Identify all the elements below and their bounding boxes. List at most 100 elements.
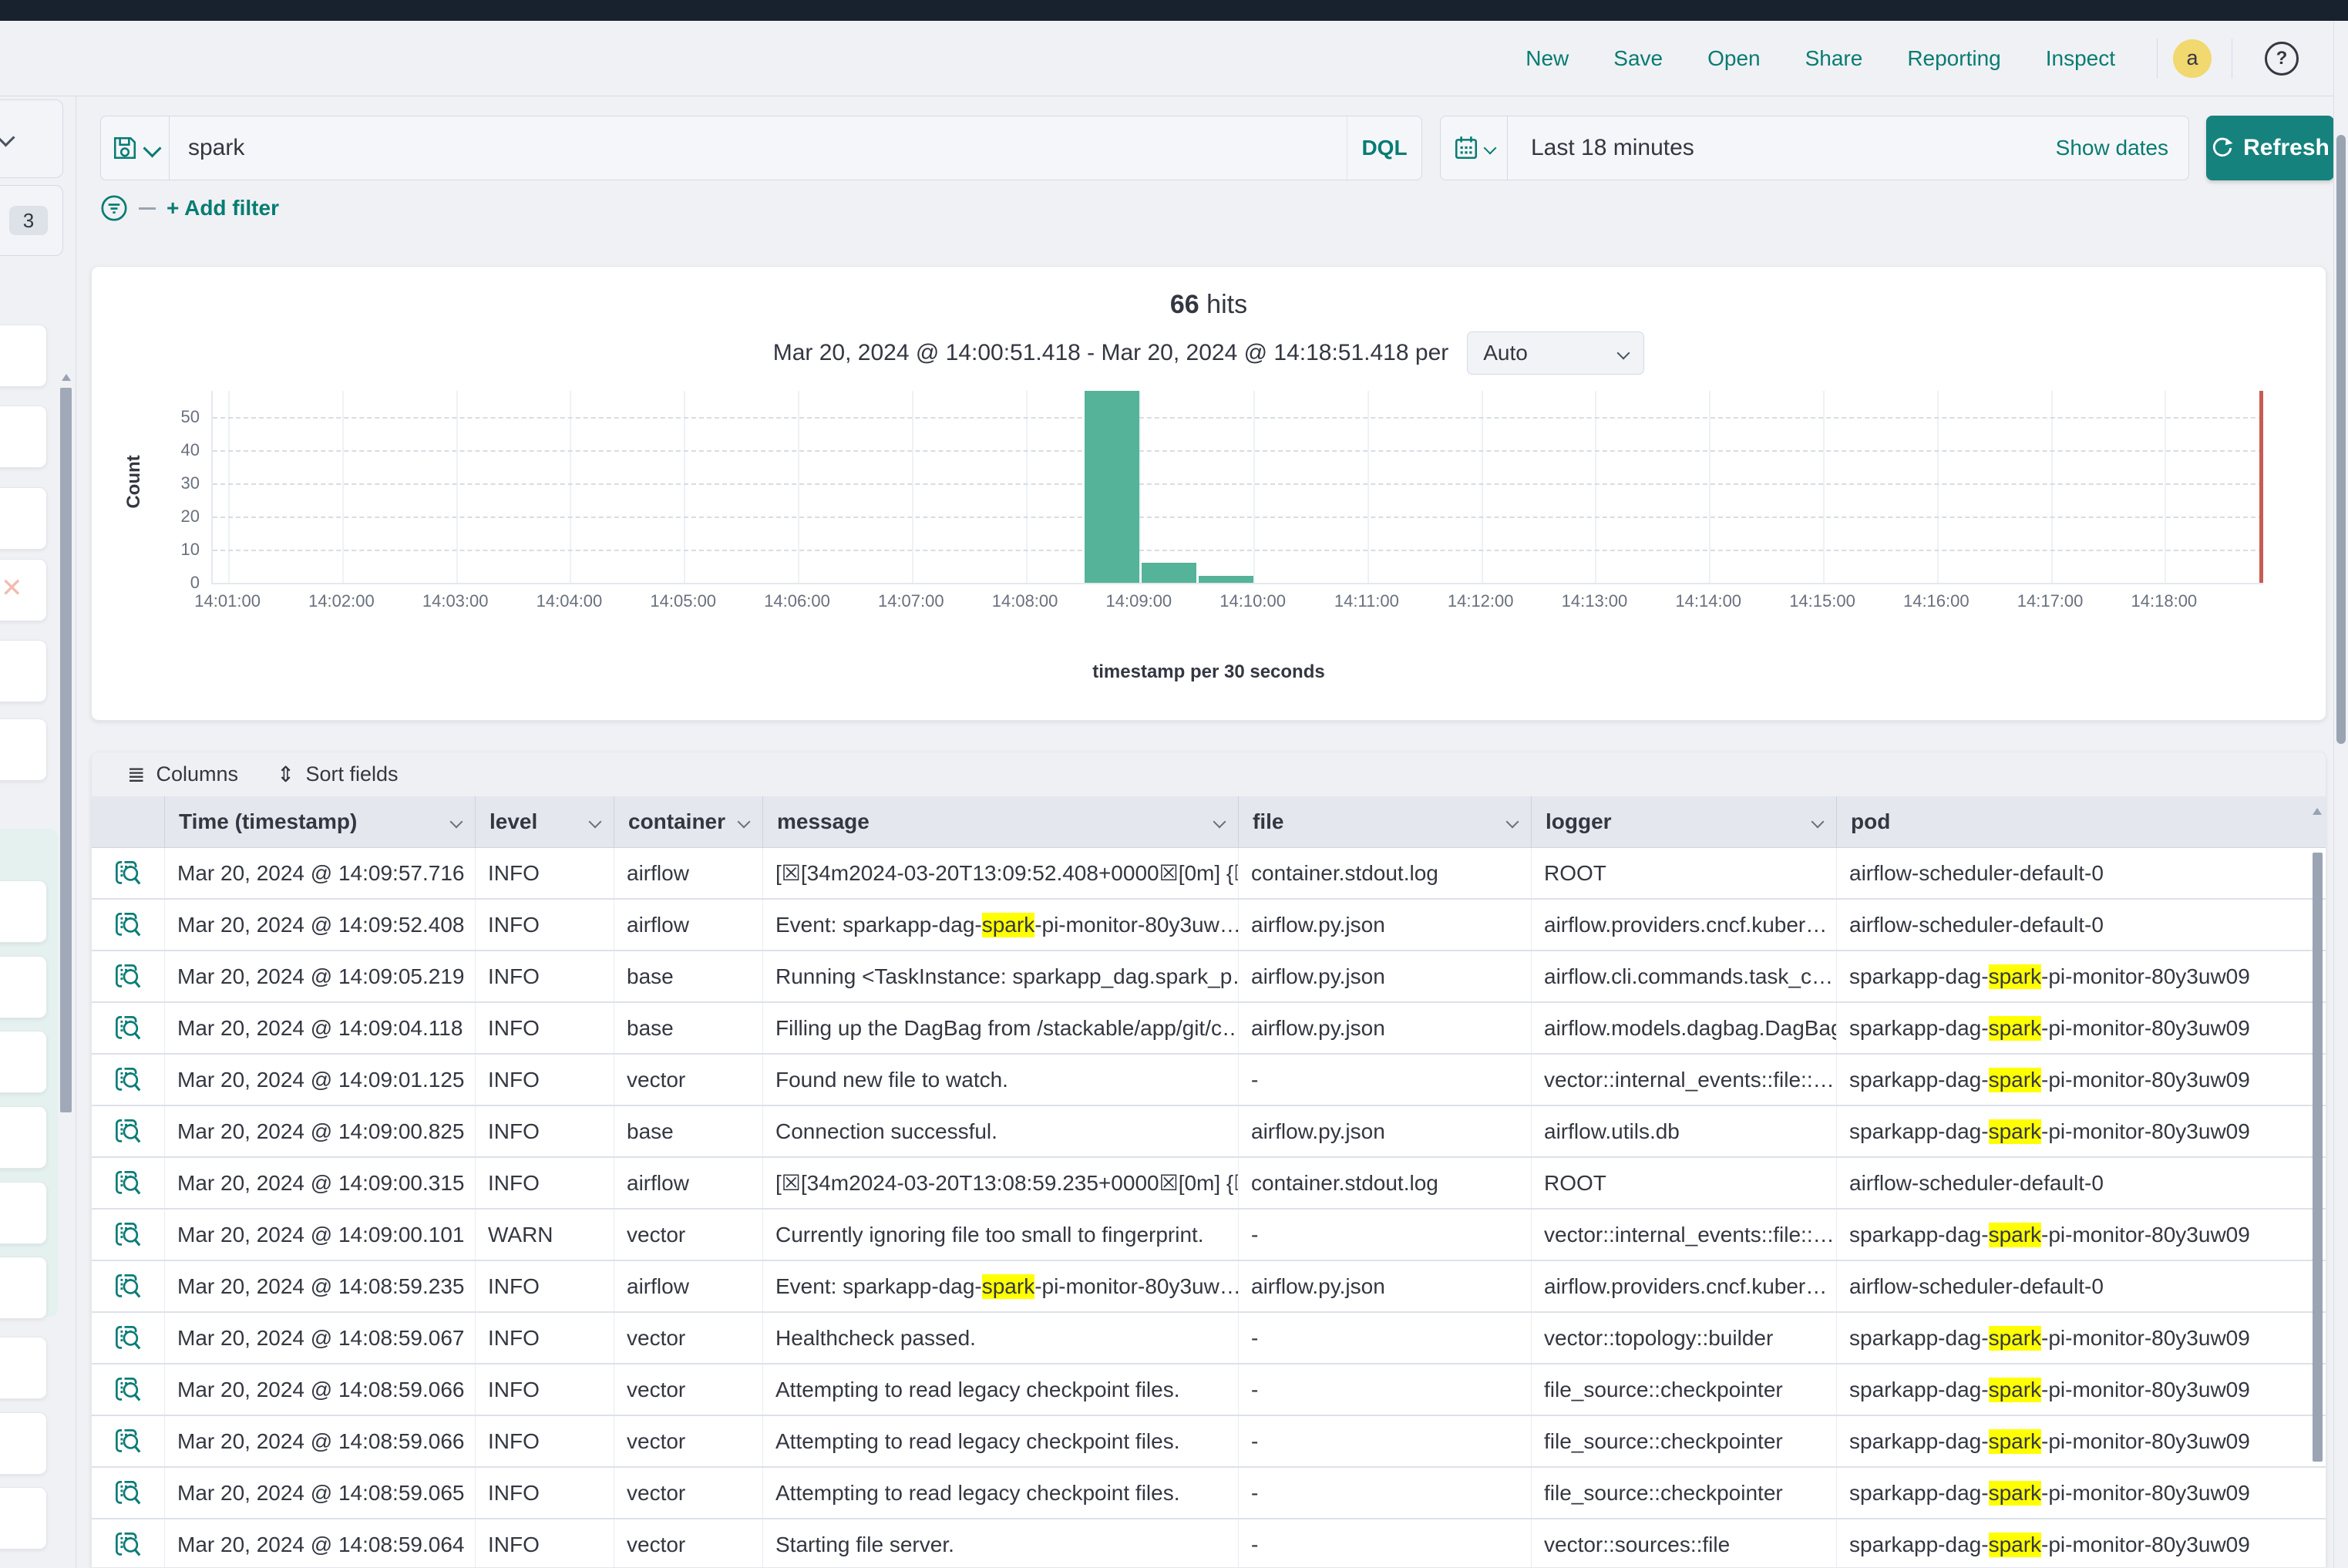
cell-expand[interactable] [92, 1519, 164, 1568]
chevron-down-icon[interactable] [589, 816, 602, 829]
table-scroll-up-icon[interactable] [2313, 808, 2322, 815]
refresh-button[interactable]: Refresh [2206, 116, 2334, 180]
add-filter-button[interactable]: + Add filter [167, 196, 279, 220]
columns-button[interactable]: ≣ Columns [127, 762, 238, 787]
cell-expand[interactable] [92, 1210, 164, 1260]
sidebar-scrollbar[interactable] [60, 388, 72, 1112]
field-button[interactable] [0, 1412, 47, 1475]
table-row: Mar 20, 2024 @ 14:09:00.101WARNvectorCur… [92, 1210, 2326, 1261]
field-button[interactable] [0, 405, 47, 468]
column-header-message[interactable]: message [762, 796, 1238, 847]
column-header-container[interactable]: container [614, 796, 762, 847]
field-button[interactable] [0, 1487, 47, 1549]
interval-select[interactable]: Auto [1467, 331, 1644, 375]
sidebar-collapse-button[interactable] [0, 99, 63, 178]
column-header-time[interactable]: Time (timestamp) [164, 796, 475, 847]
chevron-down-icon[interactable] [1213, 816, 1226, 829]
chevron-down-icon[interactable] [738, 816, 751, 829]
filter-dash [139, 207, 156, 210]
histogram-bar[interactable] [1085, 391, 1139, 583]
field-button[interactable] [0, 487, 47, 550]
field-button[interactable] [0, 1106, 47, 1169]
search-input[interactable]: spark [170, 135, 1347, 161]
chevron-down-icon[interactable] [1506, 816, 1519, 829]
inspect-document-icon[interactable] [114, 1221, 142, 1249]
sort-fields-button[interactable]: ⇕ Sort fields [277, 762, 399, 787]
cell-container: vector [614, 1416, 762, 1466]
page-scrollbar[interactable] [2333, 21, 2348, 1568]
cell-expand[interactable] [92, 1468, 164, 1518]
time-range-text: Mar 20, 2024 @ 14:00:51.418 - Mar 20, 20… [773, 340, 1449, 366]
time-range-value[interactable]: Last 18 minutes [1508, 135, 2056, 161]
remove-field-icon[interactable]: ✕ [1, 575, 23, 601]
cell-expand[interactable] [92, 951, 164, 1001]
field-button[interactable] [0, 640, 47, 702]
field-button[interactable] [0, 1257, 47, 1319]
inspect-document-icon[interactable] [114, 1531, 142, 1559]
cell-text: sparkapp-dag- [1849, 1326, 1989, 1351]
cell-expand[interactable] [92, 900, 164, 950]
field-button[interactable] [0, 1182, 47, 1244]
inspect-document-icon[interactable] [114, 1118, 142, 1146]
inspect-document-icon[interactable] [114, 1169, 142, 1197]
field-button[interactable] [0, 956, 47, 1018]
nav-open[interactable]: Open [1707, 46, 1761, 71]
column-header-logger[interactable]: logger [1531, 796, 1836, 847]
inspect-document-icon[interactable] [114, 1324, 142, 1352]
avatar[interactable]: a [2173, 39, 2212, 78]
cell-text: [☒[34m2024-03-20T13:09:52.408+0000☒[0m] … [775, 860, 1238, 886]
cell-expand[interactable] [92, 848, 164, 898]
show-dates-button[interactable]: Show dates [2056, 136, 2188, 160]
histogram-bar[interactable] [1199, 576, 1253, 583]
cell-expand[interactable] [92, 1055, 164, 1105]
inspect-document-icon[interactable] [114, 1479, 142, 1507]
column-header-level[interactable]: level [475, 796, 614, 847]
cell-container: vector [614, 1519, 762, 1568]
nav-save[interactable]: Save [1613, 46, 1663, 71]
quick-select-menu-button[interactable] [1441, 116, 1508, 180]
table-scrollbar[interactable] [2313, 853, 2323, 1462]
inspect-document-icon[interactable] [114, 1014, 142, 1042]
chevron-down-icon[interactable] [1811, 816, 1825, 829]
field-button[interactable] [0, 718, 47, 781]
inspect-document-icon[interactable] [114, 860, 142, 887]
chevron-down-icon[interactable] [450, 816, 463, 829]
nav-inspect[interactable]: Inspect [2046, 46, 2115, 71]
sidebar-scroll-up-icon[interactable] [62, 374, 71, 381]
nav-share[interactable]: Share [1805, 46, 1863, 71]
cell-pod: sparkapp-dag-spark-pi-monitor-80y3uw09 [1836, 1416, 2315, 1466]
cell-level: INFO [475, 951, 614, 1001]
help-icon[interactable]: ? [2265, 42, 2299, 76]
inspect-document-icon[interactable] [114, 1428, 142, 1455]
query-language-button[interactable]: DQL [1347, 116, 1421, 180]
nav-new[interactable]: New [1526, 46, 1569, 71]
cell-expand[interactable] [92, 1313, 164, 1363]
column-header-file[interactable]: file [1238, 796, 1531, 847]
field-button[interactable] [0, 1031, 47, 1093]
column-header-pod[interactable]: pod [1836, 796, 2315, 847]
highlighted-match: spark [1989, 1429, 2041, 1454]
hits-subtitle: Mar 20, 2024 @ 14:00:51.418 - Mar 20, 20… [92, 331, 2326, 375]
inspect-document-icon[interactable] [114, 1066, 142, 1094]
field-button[interactable] [0, 880, 47, 943]
cell-expand[interactable] [92, 1003, 164, 1053]
field-button[interactable] [0, 1337, 47, 1399]
cell-expand[interactable] [92, 1416, 164, 1466]
cell-expand[interactable] [92, 1106, 164, 1156]
horizontal-gridline [213, 483, 2263, 485]
inspect-document-icon[interactable] [114, 1273, 142, 1300]
cell-expand[interactable] [92, 1364, 164, 1415]
inspect-document-icon[interactable] [114, 1376, 142, 1404]
histogram-bar[interactable] [1142, 563, 1196, 583]
inspect-document-icon[interactable] [114, 911, 142, 939]
field-button[interactable] [0, 325, 47, 387]
filter-icon[interactable] [100, 194, 128, 222]
field-button[interactable]: ✕ [0, 559, 47, 621]
nav-reporting[interactable]: Reporting [1907, 46, 2000, 71]
cell-expand[interactable] [92, 1261, 164, 1311]
cell-expand[interactable] [92, 1158, 164, 1208]
page-scrollbar-thumb[interactable] [2336, 135, 2346, 744]
inspect-document-icon[interactable] [114, 963, 142, 991]
saved-query-menu-button[interactable] [101, 116, 170, 180]
sort-arrows-icon: ⇕ [277, 762, 294, 787]
